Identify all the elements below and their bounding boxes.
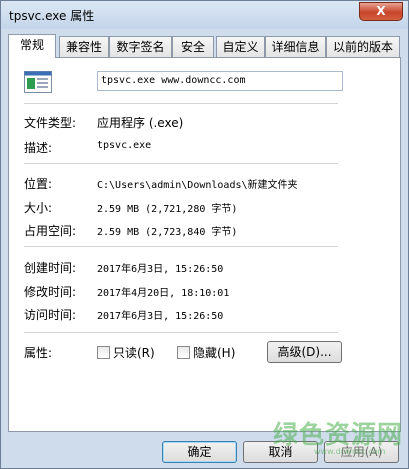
file-type-value: 应用程序 (.exe) <box>97 116 184 130</box>
tab-digital-signatures[interactable]: 数字签名 <box>109 36 172 57</box>
close-button[interactable]: X <box>359 2 403 21</box>
size-label: 大小: <box>24 201 53 215</box>
tab-details[interactable]: 详细信息 <box>265 36 326 57</box>
watermark-url: www.downcc.com <box>314 447 386 456</box>
title-bar[interactable]: tpsvc.exe 属性 X <box>1 1 408 29</box>
watermark-logo-text: 绿色资源网 <box>273 420 404 449</box>
divider <box>24 246 338 247</box>
description-label: 描述: <box>24 141 53 155</box>
size-on-disk-value: 2.59 MB (2,723,840 字节) <box>97 227 238 238</box>
tab-security[interactable]: 安全 <box>172 36 214 57</box>
modified-label: 修改时间: <box>24 285 77 299</box>
advanced-button[interactable]: 高级(D)... <box>267 341 342 363</box>
tab-general[interactable]: 常规 <box>8 34 56 58</box>
hidden-checkbox[interactable] <box>177 346 190 359</box>
created-value: 2017年6月3日, 15:26:50 <box>97 264 224 275</box>
size-on-disk-label: 占用空间: <box>24 224 77 238</box>
window-title: tpsvc.exe 属性 <box>9 9 95 23</box>
divider <box>24 332 338 333</box>
accessed-label: 访问时间: <box>24 308 77 322</box>
accessed-value: 2017年6月3日, 15:26:50 <box>97 311 224 322</box>
properties-window: tpsvc.exe 属性 X 常规 兼容性 数字签名 安全 自定义 详细信息 以… <box>0 0 409 469</box>
hidden-checkbox-label[interactable]: 隐藏(H) <box>193 344 235 361</box>
tab-previous-versions[interactable]: 以前的版本 <box>326 36 400 57</box>
file-name-field[interactable]: tpsvc.exe www.downcc.com <box>97 71 343 91</box>
file-type-label: 文件类型: <box>24 116 77 130</box>
divider <box>24 103 338 104</box>
location-label: 位置: <box>24 177 53 191</box>
tab-strip: 常规 兼容性 数字签名 安全 自定义 详细信息 以前的版本 <box>8 34 400 58</box>
size-value: 2.59 MB (2,721,280 字节) <box>97 204 238 215</box>
tab-compatibility[interactable]: 兼容性 <box>59 36 109 57</box>
divider <box>24 163 338 164</box>
readonly-checkbox-label[interactable]: 只读(R) <box>113 344 155 361</box>
location-value: C:\Users\admin\Downloads\新建文件夹 <box>97 180 298 191</box>
readonly-checkbox[interactable] <box>97 346 110 359</box>
created-label: 创建时间: <box>24 261 77 275</box>
tab-custom[interactable]: 自定义 <box>216 36 265 57</box>
modified-value: 2017年4月20日, 18:10:01 <box>97 288 230 299</box>
description-value: tpsvc.exe <box>97 140 152 151</box>
ok-button[interactable]: 确定 <box>162 441 237 463</box>
attributes-label: 属性: <box>24 346 53 360</box>
exe-file-icon <box>24 71 52 93</box>
